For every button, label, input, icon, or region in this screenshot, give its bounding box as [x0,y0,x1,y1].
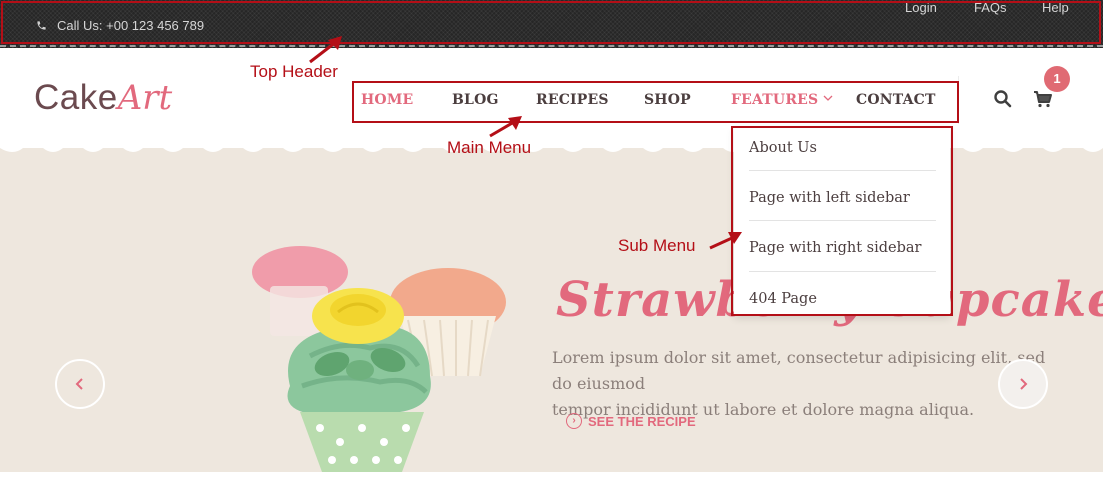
top-header-annotation-arrow [309,36,342,64]
submenu-item-label: Page with left sidebar [749,190,910,206]
hero-bottom-edge [0,472,1103,484]
slider-next-button[interactable] [998,359,1048,409]
logo-text-cake: Cake [34,78,118,117]
chevron-right-icon [1020,378,1028,390]
cart-count-badge: 1 [1044,66,1070,92]
logo-text-art: Art [117,78,173,118]
submenu-divider [749,220,936,221]
nav-home[interactable]: HOME [361,92,413,108]
submenu-divider [749,271,936,272]
submenu-item-404[interactable]: 404 Page [749,281,936,331]
sub-menu-annotation-label: Sub Menu [618,236,696,255]
nav-features[interactable]: FEATURES [731,92,818,108]
cart-icon[interactable] [1033,89,1053,109]
submenu-divider [749,170,936,171]
nav-recipes[interactable]: RECIPES [536,92,609,108]
search-icon[interactable] [993,89,1013,109]
header-divider [0,45,1103,47]
top-header: Call Us: +00 123 456 789 Login FAQs Help [0,0,1103,48]
phone-text: Call Us: +00 123 456 789 [57,18,205,33]
submenu-item-right-sidebar[interactable]: Page with right sidebar [749,230,936,280]
see-recipe-link[interactable]: › SEE THE RECIPE [566,413,696,429]
nav-contact[interactable]: CONTACT [856,92,936,108]
slider-prev-button[interactable] [55,359,105,409]
chevron-right-circle-icon: › [566,413,582,429]
login-link[interactable]: Login [905,0,937,15]
slide-description: Lorem ipsum dolor sit amet, consectetur … [552,345,1062,423]
phone-info: Call Us: +00 123 456 789 [36,18,204,33]
see-recipe-label: SEE THE RECIPE [588,413,696,429]
features-submenu: About Us Page with left sidebar Page wit… [734,128,950,316]
submenu-item-label: 404 Page [749,291,817,307]
phone-icon [37,21,46,30]
submenu-item-label: Page with right sidebar [749,240,922,256]
submenu-item-label: About Us [749,140,817,156]
faqs-link[interactable]: FAQs [974,0,1007,15]
help-link[interactable]: Help [1042,0,1069,15]
submenu-item-left-sidebar[interactable]: Page with left sidebar [749,180,936,230]
submenu-item-about-us[interactable]: About Us [749,130,936,180]
chevron-left-icon [75,378,83,390]
slide-text-line-1: Lorem ipsum dolor sit amet, consectetur … [552,348,1046,393]
nav-blog[interactable]: BLOG [452,92,499,108]
sub-menu-annotation-arrow [709,232,742,250]
logo[interactable]: CakeArt [34,78,172,118]
chevron-down-icon [823,95,833,101]
nav-shop[interactable]: SHOP [644,92,691,108]
main-menu-annotation-arrow [489,116,522,138]
cupcakes-image [252,246,506,472]
nav-divider [958,76,959,124]
